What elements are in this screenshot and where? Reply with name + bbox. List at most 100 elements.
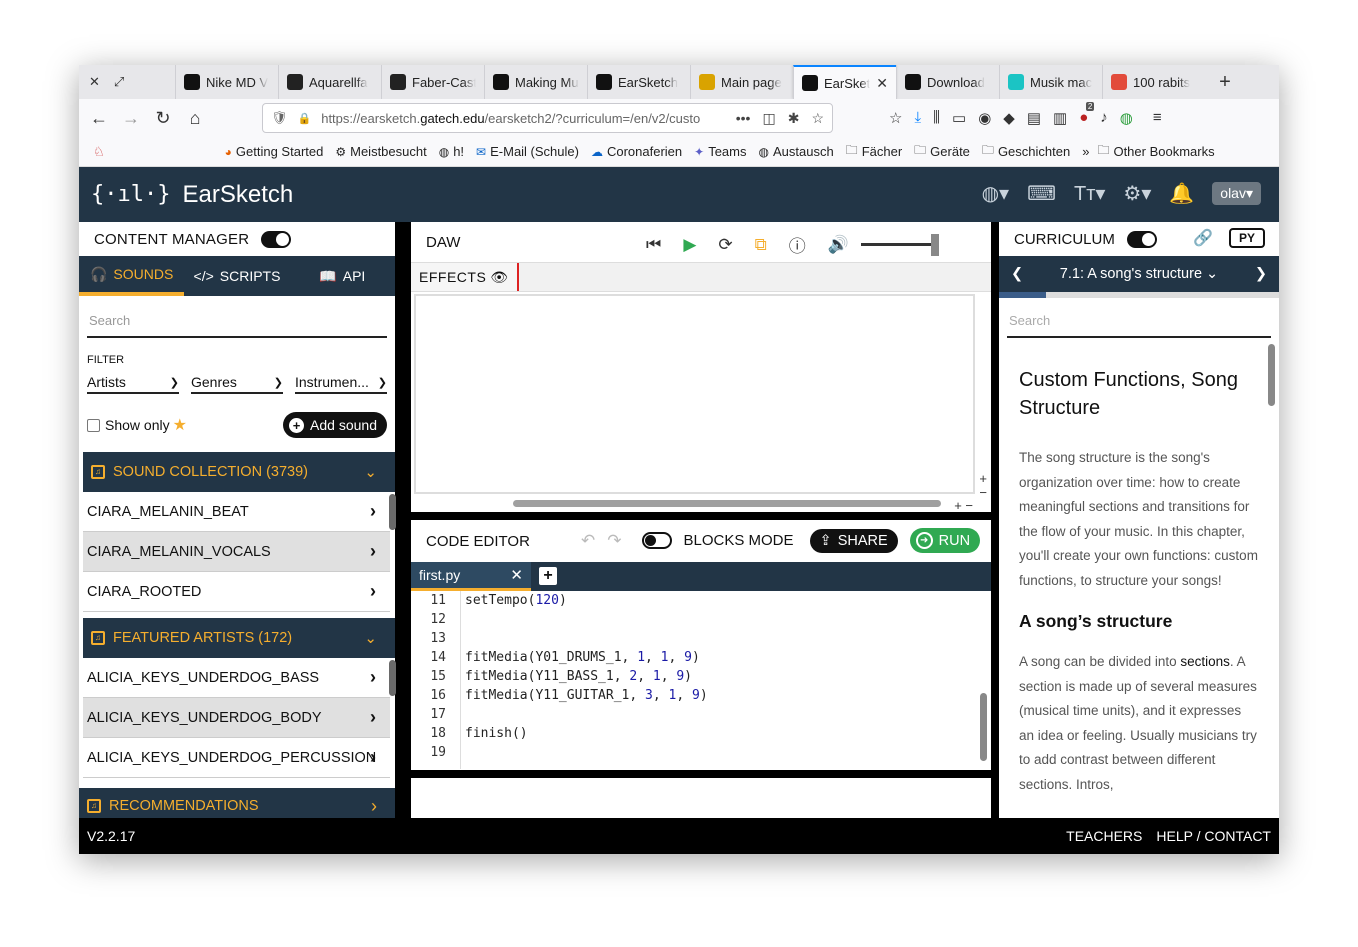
sound-folder-item[interactable]: ALICIA_KEYS_UNDERDOG_PERCUSSION ›: [83, 738, 390, 778]
code-line[interactable]: setTempo(120): [465, 591, 708, 610]
fox-icon[interactable]: ◆: [1003, 109, 1015, 127]
skip-to-start-icon[interactable]: ⏮: [646, 235, 661, 255]
play-icon[interactable]: ▶: [683, 235, 696, 255]
more-bookmarks-icon[interactable]: »: [1082, 144, 1089, 159]
new-file-icon[interactable]: +: [539, 567, 557, 585]
vertical-zoom-icon[interactable]: + −: [979, 472, 987, 500]
code-line[interactable]: [465, 705, 708, 724]
code-line[interactable]: [465, 610, 708, 629]
effects-label[interactable]: EFFECTS: [419, 269, 486, 285]
bookmark-star-icon[interactable]: ☆: [811, 110, 824, 127]
curriculum-search-input[interactable]: Search: [1007, 304, 1271, 338]
tab-sounds[interactable]: 🎧 SOUNDS: [79, 256, 185, 296]
chrome-icon[interactable]: ◍: [1120, 109, 1133, 127]
artists-filter[interactable]: Artists ❯: [87, 372, 179, 394]
language-py-button[interactable]: PY: [1228, 228, 1265, 248]
browser-tab[interactable]: Faber-Cast: [381, 65, 484, 99]
browser-tab[interactable]: Main page: [690, 65, 793, 99]
browser-tab[interactable]: Making Mu: [484, 65, 587, 99]
sound-folder-item[interactable]: ALICIA_KEYS_UNDERDOG_BODY ›: [83, 698, 390, 738]
browser-tab[interactable]: EarSket ✕: [793, 65, 896, 99]
forward-icon[interactable]: →: [115, 108, 147, 129]
instruments-filter[interactable]: Instrumen... ❯: [295, 372, 387, 394]
pocket-icon[interactable]: ◫: [762, 110, 775, 127]
font-size-icon[interactable]: Tт▾: [1074, 181, 1105, 206]
browser-tab[interactable]: 100 rabits: [1102, 65, 1205, 99]
code-editor[interactable]: 11 12 13 14 15 16 17 18 19 setTempo(120) fitMedia…: [411, 591, 991, 769]
library-icon[interactable]: ⫼: [933, 109, 940, 127]
sound-folder-item[interactable]: CIARA_ROOTED ›: [83, 572, 390, 612]
loop-icon[interactable]: ⟳: [718, 235, 732, 255]
music-icon[interactable]: ♪: [1100, 109, 1108, 127]
close-tab-icon[interactable]: ✕: [876, 75, 888, 92]
tab-scripts[interactable]: </> SCRIPTS: [184, 256, 289, 296]
undo-icon[interactable]: ↶: [581, 531, 595, 551]
notifications-bell-icon[interactable]: 🔔: [1169, 181, 1194, 206]
show-only-favorites-checkbox[interactable]: [87, 418, 100, 432]
page-actions-icon[interactable]: •••: [736, 110, 751, 127]
browser-tab[interactable]: EarSketch: [587, 65, 690, 99]
menu-icon[interactable]: ≡: [1153, 109, 1162, 127]
browser-tab[interactable]: Download: [896, 65, 999, 99]
lock-icon[interactable]: 🔒: [298, 112, 312, 125]
extension-icon[interactable]: ✱: [788, 110, 800, 127]
file-tab-first-py[interactable]: first.py ✕: [411, 562, 531, 591]
code-lines[interactable]: setTempo(120) fitMedia(Y01_DRUMS_1, 1, 1,…: [465, 591, 708, 762]
sound-folder-item[interactable]: ALICIA_KEYS_UNDERDOG_BASS ›: [83, 658, 390, 698]
bookmark-item[interactable]: 🗀 Geschichten: [982, 141, 1070, 162]
sidebar-icon[interactable]: ▭: [952, 109, 966, 127]
back-icon[interactable]: ←: [83, 108, 115, 129]
chapter-select[interactable]: 7.1: A song's structure ⌄: [1060, 266, 1218, 282]
teachers-link[interactable]: TEACHERS: [1066, 828, 1142, 844]
horizontal-scrollbar[interactable]: [513, 500, 941, 507]
browser-tab[interactable]: Nike MD V: [175, 65, 278, 99]
new-tab-button[interactable]: +: [1205, 65, 1245, 99]
timeline-track[interactable]: [518, 263, 991, 291]
eye-icon[interactable]: 👁: [490, 269, 508, 286]
bookmark-item[interactable]: ✉ E-Mail (Schule): [476, 144, 579, 159]
sound-folder-item[interactable]: CIARA_MELANIN_BEAT ›: [83, 492, 390, 532]
reader-icon[interactable]: ☆: [889, 109, 902, 127]
user-menu-button[interactable]: olav▾: [1212, 182, 1261, 205]
bookmark-item[interactable]: 🗀 Geräte: [914, 141, 970, 162]
download-icon[interactable]: ⤓: [914, 109, 921, 127]
help-contact-link[interactable]: HELP / CONTACT: [1156, 828, 1271, 844]
close-window-icon[interactable]: ✕: [89, 74, 100, 90]
bookmark-item[interactable]: ◕ Getting Started: [225, 144, 324, 159]
code-line[interactable]: fitMedia(Y01_DRUMS_1, 1, 1, 9): [465, 648, 708, 667]
bookmark-item[interactable]: ◍ Austausch: [758, 144, 833, 159]
sound-search-input[interactable]: Search: [87, 304, 387, 338]
bookmark-toolbar-icon[interactable]: ♘: [93, 144, 105, 160]
bookmark-item[interactable]: 🗀 Fächer: [846, 141, 902, 162]
horizontal-zoom-icon[interactable]: + −: [954, 498, 973, 513]
bookmark-item[interactable]: ✦ Teams: [694, 144, 746, 159]
redo-icon[interactable]: ↷: [607, 531, 621, 551]
language-globe-icon[interactable]: ◍▾: [982, 181, 1010, 206]
next-chapter-icon[interactable]: ❯: [1255, 266, 1267, 282]
other-bookmarks[interactable]: 🗀 Other Bookmarks: [1097, 141, 1214, 162]
curriculum-toggle[interactable]: [1126, 230, 1157, 248]
blocks-mode-toggle[interactable]: [641, 532, 672, 549]
close-icon[interactable]: ✕: [510, 566, 523, 584]
metronome-icon[interactable]: ⓘ: [789, 232, 806, 257]
fullscreen-icon[interactable]: ⤢: [114, 74, 124, 90]
volume-slider[interactable]: [860, 234, 939, 256]
reload-icon[interactable]: ↻: [147, 108, 179, 129]
volume-icon[interactable]: 🔊: [828, 235, 849, 255]
bookmark-item[interactable]: ☁ Coronaferien: [591, 144, 682, 159]
keyboard-icon[interactable]: ⌨: [1027, 181, 1056, 206]
barcode-icon[interactable]: ▥: [1053, 109, 1067, 127]
run-button[interactable]: ➜ RUN: [909, 528, 981, 553]
code-line[interactable]: fitMedia(Y11_GUITAR_1, 3, 1, 9): [465, 686, 708, 705]
browser-tab[interactable]: Aquarellfa: [278, 65, 381, 99]
scrollbar[interactable]: [1268, 344, 1275, 406]
featured-artists-header[interactable]: ♫ FEATURED ARTISTS (172) ⌄: [83, 618, 395, 658]
browser-tab[interactable]: Musik mac: [999, 65, 1102, 99]
home-icon[interactable]: ⌂: [179, 108, 211, 129]
code-line[interactable]: [465, 629, 708, 648]
link-icon[interactable]: 🔗: [1193, 228, 1213, 248]
previous-chapter-icon[interactable]: ❮: [1011, 266, 1023, 282]
share-button[interactable]: ⇪ SHARE: [809, 528, 898, 553]
content-manager-toggle[interactable]: [261, 230, 292, 248]
privacy-icon[interactable]: ◉: [978, 109, 991, 127]
